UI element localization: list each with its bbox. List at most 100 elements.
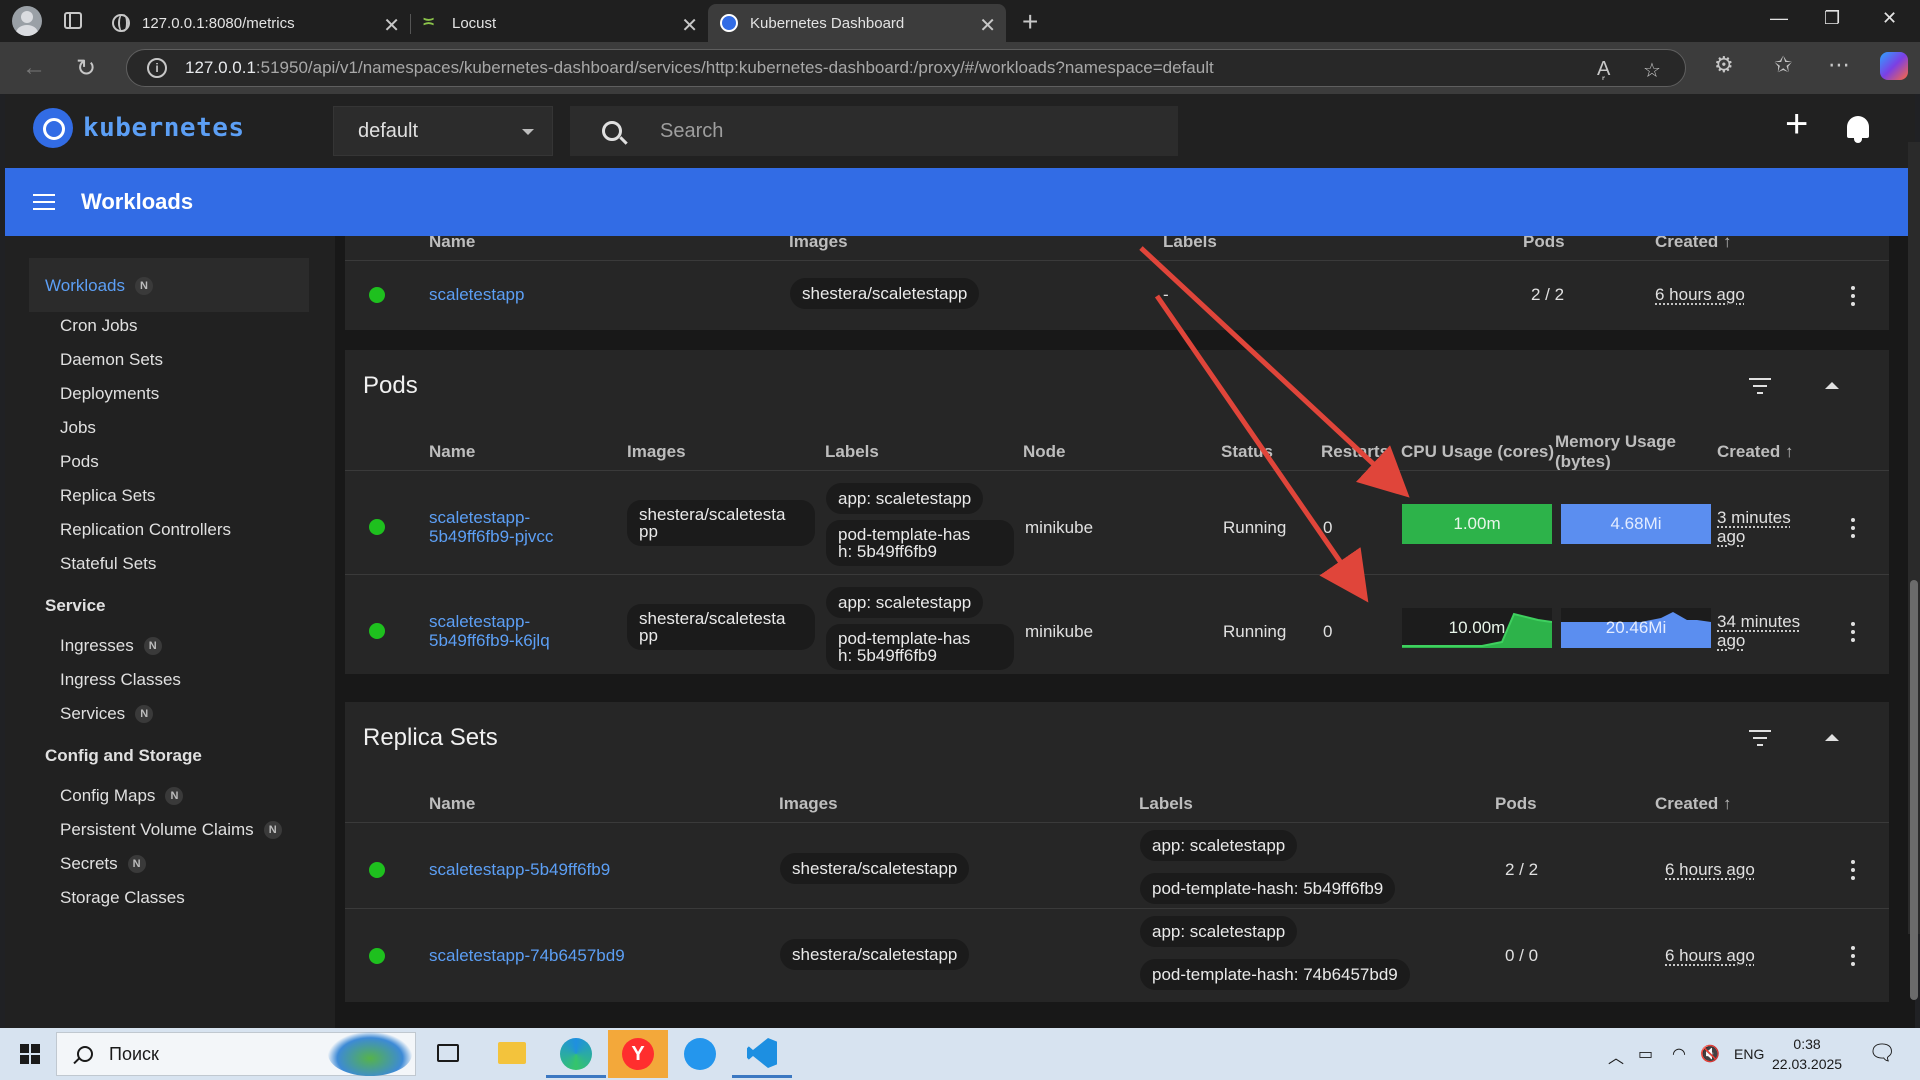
namespace-select[interactable]: default bbox=[333, 106, 553, 156]
copilot-icon[interactable] bbox=[1880, 52, 1908, 80]
restore-button[interactable]: ❐ bbox=[1824, 8, 1840, 29]
sidebar-item-label: Workloads bbox=[45, 276, 125, 295]
language-indicator[interactable]: ENG bbox=[1734, 1046, 1764, 1062]
sidebar-item-label: Storage Classes bbox=[60, 888, 185, 907]
sidebar-item-replication-controllers[interactable]: Replication Controllers bbox=[60, 520, 231, 540]
sidebar-item-deployments[interactable]: Deployments bbox=[60, 384, 159, 404]
annotation-arrows bbox=[1139, 246, 1410, 603]
sidebar-item-label: Config Maps bbox=[60, 786, 156, 805]
url-input[interactable]: i 127.0.0.1:51950/api/v1/namespaces/kube… bbox=[126, 49, 1686, 87]
sidebar-item-label: Persistent Volume Claims bbox=[60, 820, 254, 839]
favorites-icon[interactable]: ✩ bbox=[1774, 52, 1792, 78]
sidebar-category-label: Service bbox=[45, 596, 106, 615]
helm-wheel-icon bbox=[33, 108, 73, 148]
clock-time: 0:38 bbox=[1793, 1036, 1821, 1052]
notifications-icon[interactable]: 🗨 bbox=[1868, 1040, 1896, 1066]
back-arrow-icon[interactable]: ← bbox=[22, 54, 46, 82]
url-host: 127.0.0.1 bbox=[185, 58, 256, 77]
tab-title: Locust bbox=[452, 14, 497, 32]
close-tab-icon[interactable]: ✕ bbox=[979, 13, 996, 38]
wifi-icon[interactable]: ◠ bbox=[1672, 1044, 1686, 1064]
kubernetes-logo[interactable]: kubernetes bbox=[33, 108, 245, 148]
sidebar-category-config-and-storage[interactable]: Config and Storage bbox=[45, 746, 202, 766]
edge-browser-icon[interactable] bbox=[546, 1030, 606, 1078]
extensions-icon[interactable]: ⚙ bbox=[1714, 52, 1734, 78]
sidebar-category-label: Config and Storage bbox=[45, 746, 202, 765]
logo-text: kubernetes bbox=[83, 113, 245, 143]
browser-address-bar: ← ↻ i 127.0.0.1:51950/api/v1/namespaces/… bbox=[0, 42, 1920, 94]
notifications-bell-icon[interactable] bbox=[1847, 116, 1869, 143]
sidebar-item-label: Jobs bbox=[60, 418, 96, 437]
vscode-icon[interactable] bbox=[732, 1030, 792, 1078]
page-scrollbar-thumb[interactable] bbox=[1910, 580, 1918, 1000]
sidebar-item-storage-classes[interactable]: Storage Classes bbox=[60, 888, 185, 908]
site-info-icon[interactable]: i bbox=[147, 58, 167, 78]
create-resource-button[interactable]: + bbox=[1785, 102, 1808, 147]
new-badge: N bbox=[143, 637, 162, 655]
sidebar-item-label: Replication Controllers bbox=[60, 520, 232, 539]
namespace-value: default bbox=[358, 119, 419, 142]
sidebar-item-label: Cron Jobs bbox=[60, 316, 138, 335]
sidebar-item-label: Ingress Classes bbox=[60, 670, 181, 689]
read-aloud-icon[interactable]: A᷊ bbox=[1597, 58, 1610, 81]
tab-title: Kubernetes Dashboard bbox=[750, 14, 905, 32]
docker-icon[interactable] bbox=[670, 1030, 730, 1078]
search-bar bbox=[570, 106, 1178, 156]
sidebar-item-config-maps[interactable]: Config Maps N bbox=[60, 786, 184, 806]
sidebar-item-ingresses[interactable]: Ingresses N bbox=[60, 636, 162, 656]
search-icon bbox=[602, 121, 622, 141]
sidebar-item-stateful-sets[interactable]: Stateful Sets bbox=[60, 554, 156, 574]
sidebar-category-service[interactable]: Service bbox=[45, 596, 106, 616]
locust-icon: ≍ bbox=[422, 14, 436, 31]
sidebar-item-daemon-sets[interactable]: Daemon Sets bbox=[60, 350, 163, 370]
show-hidden-icons-icon[interactable]: ︿ bbox=[1608, 1044, 1624, 1068]
task-view-icon[interactable] bbox=[418, 1030, 478, 1078]
file-explorer-icon[interactable] bbox=[482, 1030, 542, 1078]
new-tab-button[interactable]: + bbox=[1022, 6, 1038, 38]
search-input[interactable] bbox=[660, 119, 1140, 143]
browser-tab-locust[interactable]: ≍ Locust ✕ bbox=[410, 4, 708, 42]
sidebar-item-label: Replica Sets bbox=[60, 486, 156, 505]
sidebar-item-cron-jobs[interactable]: Cron Jobs bbox=[60, 316, 137, 336]
dashboard-top-bar: kubernetes default + bbox=[5, 94, 1915, 168]
menu-icon[interactable] bbox=[33, 194, 55, 210]
sidebar-item-ingress-classes[interactable]: Ingress Classes bbox=[60, 670, 181, 690]
sidebar-item-secrets[interactable]: Secrets N bbox=[60, 854, 146, 874]
more-menu-icon[interactable]: ⋯ bbox=[1828, 52, 1850, 78]
profile-avatar-icon[interactable] bbox=[12, 6, 42, 36]
search-highlight-image bbox=[328, 1032, 412, 1076]
close-tab-icon[interactable]: ✕ bbox=[383, 13, 400, 38]
sidebar-item-replica-sets[interactable]: Replica Sets bbox=[60, 486, 155, 506]
url-path: :51950/api/v1/namespaces/kubernetes-dash… bbox=[255, 58, 1214, 77]
system-clock[interactable]: 0:38 22.03.2025 bbox=[1772, 1034, 1842, 1074]
new-badge: N bbox=[135, 705, 154, 723]
tab-actions-icon[interactable] bbox=[64, 12, 82, 29]
main-content: Name Images Labels Pods Created ↑ scalet… bbox=[335, 236, 1915, 1028]
sidebar-item-workloads[interactable]: Workloads N bbox=[45, 276, 153, 296]
close-tab-icon[interactable]: ✕ bbox=[681, 13, 698, 38]
new-badge: N bbox=[165, 787, 184, 805]
sidebar-item-persistent-volume-claims[interactable]: Persistent Volume Claims N bbox=[60, 820, 282, 840]
taskbar-search-text: Поиск bbox=[109, 1043, 159, 1064]
close-window-button[interactable]: ✕ bbox=[1882, 8, 1897, 29]
battery-icon[interactable]: ▭ bbox=[1638, 1044, 1653, 1064]
sidebar-item-pods[interactable]: Pods bbox=[60, 452, 99, 472]
sidebar-item-jobs[interactable]: Jobs bbox=[60, 418, 96, 438]
reload-icon[interactable]: ↻ bbox=[76, 54, 96, 83]
windows-start-icon[interactable] bbox=[20, 1044, 40, 1064]
sidebar-item-services[interactable]: Services N bbox=[60, 704, 154, 724]
page-title-bar: Workloads bbox=[5, 168, 1915, 236]
sidebar-item-label: Services bbox=[60, 704, 126, 723]
tab-title: 127.0.0.1:8080/metrics bbox=[142, 14, 295, 32]
minimize-button[interactable]: — bbox=[1770, 8, 1788, 29]
volume-muted-icon[interactable]: 🔇 bbox=[1700, 1044, 1720, 1064]
favorite-star-icon[interactable]: ☆ bbox=[1643, 58, 1661, 83]
yandex-browser-icon[interactable]: Y bbox=[608, 1030, 668, 1078]
browser-tab-metrics[interactable]: 127.0.0.1:8080/metrics ✕ bbox=[100, 4, 411, 42]
sidebar: Workloads N Cron Jobs Daemon Sets Deploym… bbox=[5, 236, 335, 1028]
search-icon bbox=[77, 1046, 93, 1062]
browser-tab-kubernetes-dashboard[interactable]: Kubernetes Dashboard ✕ bbox=[708, 4, 1006, 42]
new-badge: N bbox=[127, 855, 146, 873]
new-badge: N bbox=[263, 821, 282, 839]
globe-icon bbox=[112, 14, 130, 32]
